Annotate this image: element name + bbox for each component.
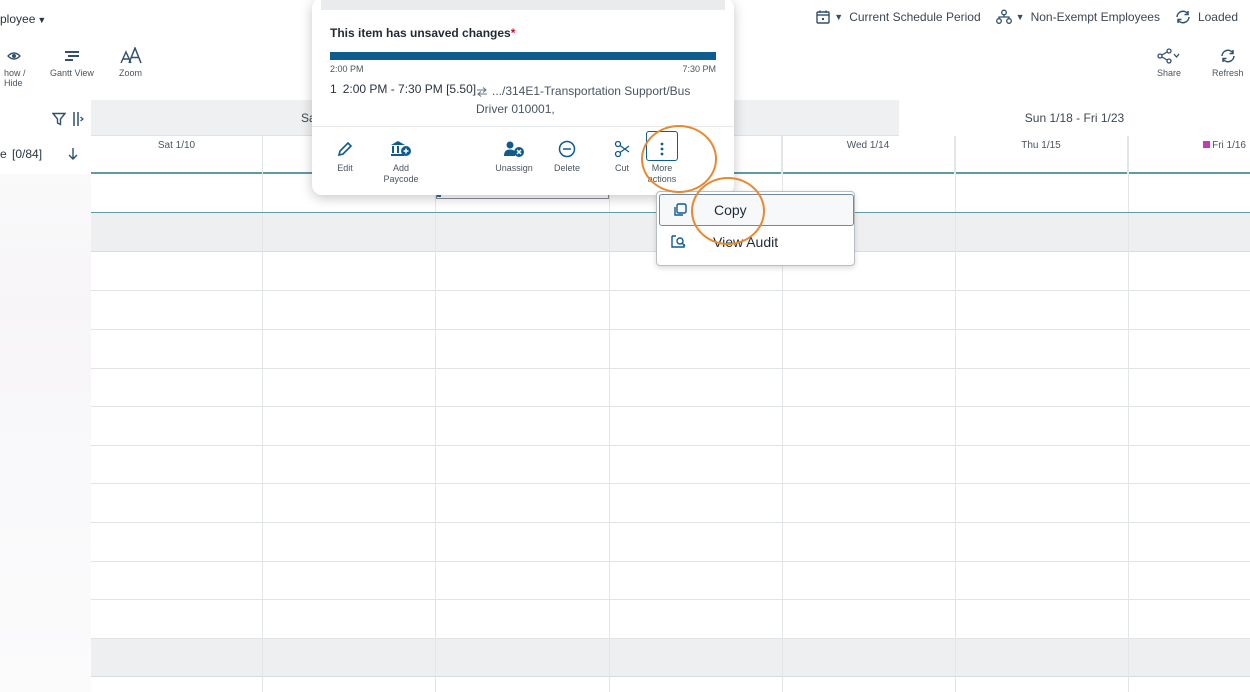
column-divider (955, 136, 956, 692)
unassign-label: Unassign (495, 163, 533, 173)
shift-timeline-bar (330, 52, 716, 60)
employee-column (0, 136, 91, 692)
view-select-label: ployee (0, 12, 36, 26)
column-divider (435, 136, 436, 692)
refresh-icon (1176, 10, 1190, 24)
required-mark: * (510, 26, 516, 40)
column-divider (1128, 136, 1129, 692)
scissors-icon (614, 140, 630, 158)
refresh-label: Refresh (1212, 68, 1244, 78)
day-header[interactable]: Fri 1/16 (1128, 136, 1250, 174)
minus-circle-icon (558, 140, 576, 158)
pencil-icon (337, 141, 353, 157)
popup-header-strip (321, 0, 725, 10)
day-header[interactable]: Thu 1/15 (955, 136, 1128, 174)
job-path-text: .../314E1-Transportation Support/Bus Dri… (476, 84, 691, 116)
sort-down-icon[interactable] (67, 147, 79, 161)
caret-down-icon: ▼ (37, 15, 47, 25)
transfer-icon (477, 87, 487, 97)
column-divider (262, 136, 263, 692)
popup-title-text: This item has unsaved changes (330, 26, 511, 40)
gantt-icon (64, 51, 79, 61)
segment-time: 2:00 PM - 7:30 PM [5.50] (342, 82, 477, 96)
callout-copy (691, 177, 765, 245)
employee-group-label: Non-Exempt Employees (1030, 10, 1160, 24)
add-paycode-icon (391, 141, 411, 156)
day-header-label: Fri 1/16 (1212, 140, 1246, 151)
day-header[interactable]: Sat 1/10 (91, 136, 263, 174)
add-paycode-label: Add Paycode (383, 163, 419, 184)
load-status[interactable]: Loaded (1174, 9, 1238, 25)
schedule-period-select[interactable]: ▼ Current Schedule Period (815, 9, 981, 25)
caret-down-icon: ▼ (834, 12, 844, 22)
segment-number: 1 (330, 82, 337, 96)
job-path: .../314E1-Transportation Support/Bus Dri… (476, 82, 716, 118)
delete-button[interactable]: Delete (552, 138, 582, 174)
zoom-button[interactable]: Zoom (119, 46, 142, 78)
cut-button[interactable]: Cut (612, 138, 632, 174)
schedule-marker (1203, 141, 1211, 148)
grid-row[interactable] (91, 330, 1250, 369)
delete-label: Delete (553, 163, 580, 173)
timeline-end: 7:30 PM (682, 64, 716, 74)
org-chart-icon (995, 9, 1012, 24)
schedule-period-label: Current Schedule Period (849, 10, 981, 24)
employee-count: e [0/84] (0, 147, 42, 161)
grid-row[interactable] (91, 369, 1250, 407)
column-toggle-icon[interactable] (72, 111, 84, 127)
shift-segment: 1 2:00 PM - 7:30 PM [5.50] (330, 82, 476, 96)
unassign-button[interactable]: Unassign (490, 138, 538, 174)
employee-count-label: [0/84] (12, 147, 43, 161)
zoom-label: Zoom (119, 68, 143, 78)
gantt-view-label: Gantt View (50, 68, 94, 78)
audit-icon (671, 235, 686, 248)
grid-row[interactable] (91, 484, 1250, 523)
grid-row[interactable] (91, 291, 1250, 330)
timeline-start: 2:00 PM (330, 64, 364, 74)
show-hide-label: how / Hide (4, 68, 26, 88)
show-hide-button[interactable]: how / Hide (4, 46, 32, 88)
day-header[interactable]: Wed 1/14 (782, 136, 955, 174)
grid-row[interactable] (91, 677, 1250, 692)
grid-row[interactable] (91, 562, 1250, 600)
share-button[interactable]: Share (1157, 46, 1181, 78)
cut-label: Cut (614, 163, 629, 173)
view-select[interactable]: ployee ▼ (0, 12, 46, 26)
grid-row[interactable] (91, 523, 1250, 562)
edit-label: Edit (337, 163, 353, 173)
refresh-icon (1221, 49, 1235, 63)
employee-prefix: e (0, 147, 7, 161)
add-paycode-button[interactable]: Add Paycode (378, 138, 424, 185)
top-right-controls: ▼ Current Schedule Period ▼ Non-Exempt E… (801, 9, 1238, 25)
grid-row[interactable] (91, 407, 1250, 446)
gantt-view-button[interactable]: Gantt View (50, 46, 94, 78)
load-status-label: Loaded (1197, 10, 1238, 24)
grid-row[interactable] (91, 600, 1250, 639)
period-cell-active[interactable]: Sun 1/18 - Fri 1/23 (899, 100, 1250, 136)
edit-button[interactable]: Edit (332, 138, 358, 174)
calendar-icon (816, 10, 830, 24)
caret-down-icon: ▼ (1015, 12, 1025, 22)
share-label: Share (1157, 68, 1182, 78)
unassign-user-icon (504, 141, 524, 157)
eye-icon (7, 52, 21, 60)
employee-group-select[interactable]: ▼ Non-Exempt Employees (995, 9, 1160, 25)
grid-row[interactable] (91, 639, 1250, 677)
grid-row[interactable] (91, 446, 1250, 484)
filter-icon[interactable] (52, 112, 66, 126)
share-icon (1157, 48, 1180, 64)
column-divider (609, 136, 610, 692)
refresh-button[interactable]: Refresh (1212, 46, 1244, 78)
font-size-icon (119, 47, 142, 64)
copy-icon (674, 203, 687, 216)
popup-title: This item has unsaved changes* (330, 26, 515, 40)
